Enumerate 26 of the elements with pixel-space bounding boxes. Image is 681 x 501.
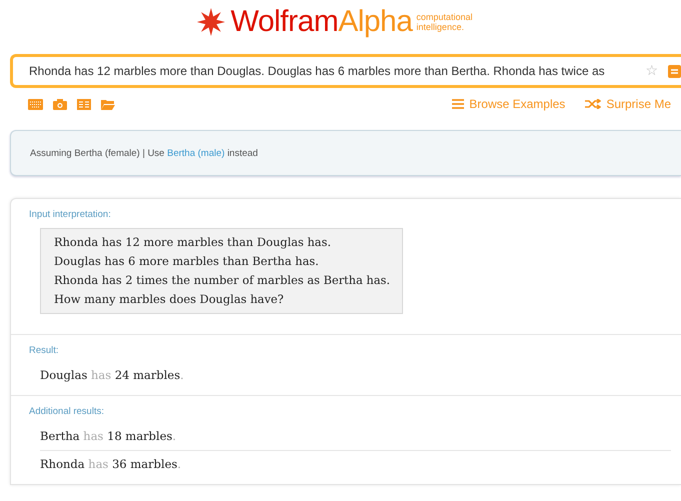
result-text: Rhonda has 36 marbles. (40, 457, 182, 471)
logo-tagline: computational intelligence. (416, 12, 474, 32)
table-icon[interactable] (77, 98, 91, 110)
menu-icon (452, 99, 464, 109)
result-text: Bertha has 18 marbles. (40, 429, 176, 443)
interpretation-line: Rhonda has 2 times the number of marbles as Bertha has. (54, 272, 390, 289)
pod-title: Input interpretation: (29, 209, 112, 220)
result-text: Douglas has 24 marbles. (40, 368, 184, 382)
shuffle-icon (585, 99, 602, 109)
toolbar-link[interactable]: Browse Examples (452, 97, 566, 111)
keyboard-icon[interactable] (28, 98, 43, 110)
assumption-text: instead (226, 148, 258, 158)
camera-icon[interactable] (53, 98, 67, 110)
toolbar-link[interactable]: Surprise Me (585, 97, 671, 111)
assumption-text: Assuming Bertha (female) | Use (30, 148, 166, 158)
interpretation-line: Douglas has 6 more marbles than Bertha has. (54, 253, 320, 270)
interpretation-line: How many marbles does Douglas have? (54, 291, 285, 308)
pod-title: Additional results: (29, 406, 105, 417)
assumption-link[interactable]: Bertha (male) (167, 148, 225, 158)
interpretation-line: Rhonda has 12 more marbles than Douglas has. (54, 234, 332, 251)
pod-title: Result: (29, 345, 60, 356)
menu-icon[interactable] (668, 64, 681, 78)
favorite-star-icon[interactable]: ☆ (645, 63, 658, 79)
logo-wordmark: WolframAlpha (230, 5, 412, 39)
search-field[interactable]: Rhonda has 12 marbles more than Douglas. Douglas has 6 marbles more than Bertha. Rhonda has twice as ☆ (10, 54, 681, 88)
folder-icon[interactable] (101, 98, 115, 110)
